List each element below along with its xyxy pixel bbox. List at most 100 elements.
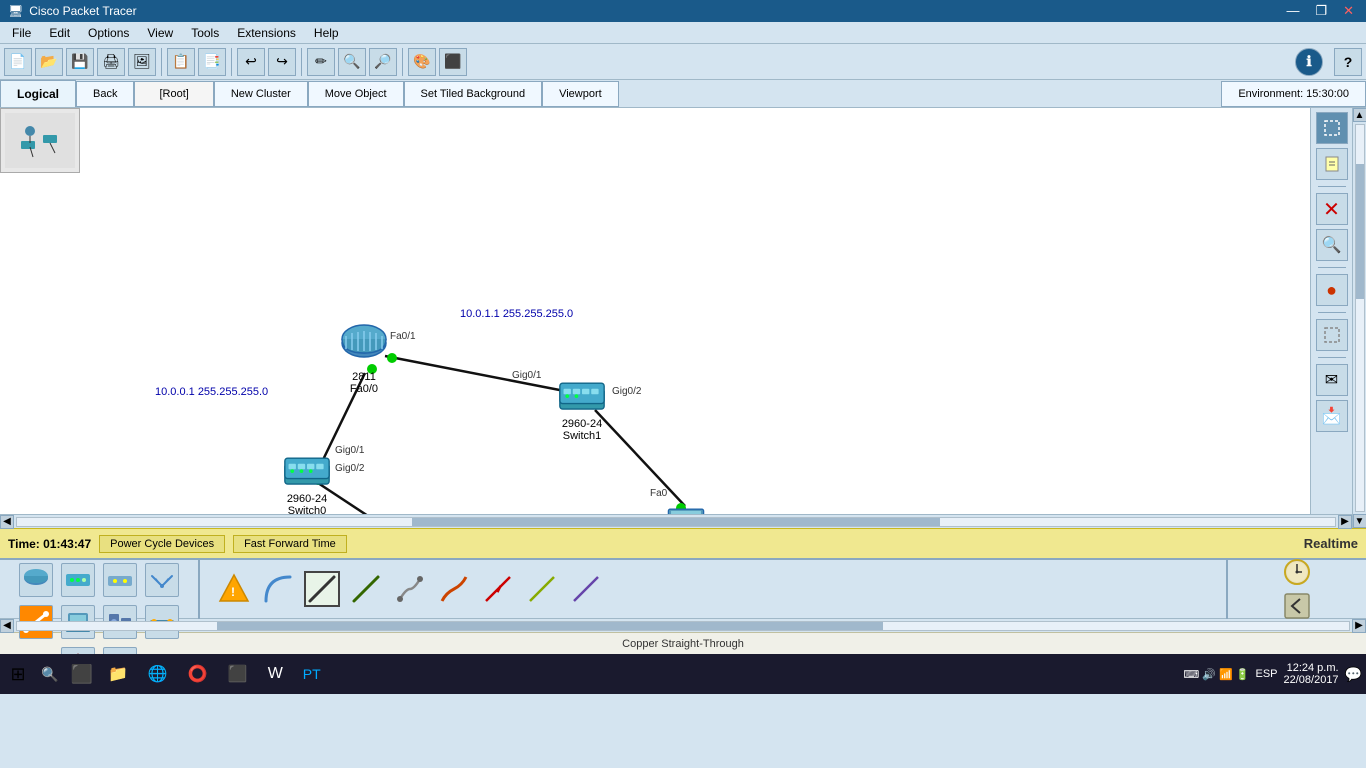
window-controls[interactable]: — ❐ ✕ [1282, 3, 1358, 19]
edge-task[interactable]: 🌐 [140, 656, 176, 692]
chrome-task[interactable]: ⭕ [180, 656, 216, 692]
windows-taskbar: ⊞ 🔍 ⬛ 📁 🌐 ⭕ ⬛ W PT ⌨ 🔊 📶 🔋 ESP 12:24 p.m… [0, 654, 1366, 694]
bottom-scroll-track[interactable] [16, 621, 1350, 631]
new-cluster-button[interactable]: New Cluster [214, 81, 308, 107]
router-2811[interactable]: 2811 Fa0/0 Fa0/1 [340, 323, 388, 395]
viewport-button[interactable]: Viewport [542, 81, 619, 107]
save-button[interactable]: 💾 [66, 48, 94, 76]
menu-edit[interactable]: Edit [41, 24, 78, 42]
task-view-button[interactable]: ⬛ [68, 660, 96, 688]
crossover-cable-button[interactable] [348, 571, 384, 607]
usb-cable-button[interactable] [568, 571, 604, 607]
open-button[interactable]: 📂 [35, 48, 63, 76]
horizontal-scrollbar[interactable]: ◀ ▶ [0, 514, 1352, 528]
help-button[interactable]: ? [1334, 48, 1362, 76]
undo-button[interactable]: ↩ [237, 48, 265, 76]
cisco-pt-task[interactable]: PT [295, 656, 329, 692]
scroll-left-button[interactable]: ◀ [0, 515, 14, 529]
scroll-right-button[interactable]: ▶ [1338, 515, 1352, 529]
fast-forward-button[interactable]: Fast Forward Time [233, 535, 347, 553]
fiber-cable-button[interactable] [392, 571, 428, 607]
email-button[interactable]: ✉ [1316, 364, 1348, 396]
realtime-clock-icon[interactable] [1282, 557, 1312, 587]
dashed-select-button[interactable] [1316, 319, 1348, 351]
terminal-task[interactable]: ⬛ [220, 656, 256, 692]
draw-button[interactable]: ✏ [307, 48, 335, 76]
wireless-category[interactable] [145, 563, 179, 597]
back-icon[interactable] [1282, 591, 1312, 621]
app-icon: 🖥 [8, 4, 23, 18]
app-title: 🖥 Cisco Packet Tracer [8, 4, 137, 18]
start-button[interactable]: ⊞ [4, 660, 32, 688]
laptop1[interactable]: Fa0 Laptop-PT Laptop1 [660, 506, 711, 514]
capture-button[interactable]: 🖼 [128, 48, 156, 76]
envelope-button[interactable]: 📩 [1316, 400, 1348, 432]
note-button[interactable] [1316, 148, 1348, 180]
print-button[interactable]: 🖨 [97, 48, 125, 76]
back-button[interactable]: Back [76, 81, 134, 107]
zoom-out-button[interactable]: 🔎 [369, 48, 397, 76]
menu-help[interactable]: Help [306, 24, 347, 42]
laptop1-fa0-label: Fa0 [650, 488, 667, 499]
vertical-scrollbar[interactable]: ▲ ▼ [1352, 108, 1366, 528]
power-cycle-button[interactable]: Power Cycle Devices [99, 535, 225, 553]
word-task[interactable]: W [260, 656, 291, 692]
thumbnail [0, 108, 80, 173]
zoom-button[interactable]: 🔍 [1316, 229, 1348, 261]
search-taskbar-button[interactable]: 🔍 [36, 660, 64, 688]
scroll-right-btn2[interactable]: ▶ [1352, 619, 1366, 633]
menu-options[interactable]: Options [80, 24, 137, 42]
move-object-button[interactable]: Move Object [308, 81, 404, 107]
copy-button[interactable]: 📋 [167, 48, 195, 76]
routers-category[interactable] [19, 563, 53, 597]
rt-separator3 [1318, 312, 1346, 313]
file-explorer-task[interactable]: 📁 [100, 656, 136, 692]
info-button[interactable]: ℹ [1295, 48, 1323, 76]
set-tiled-bg-button[interactable]: Set Tiled Background [404, 81, 543, 107]
scroll-track[interactable] [16, 517, 1336, 527]
language-indicator: ESP [1255, 668, 1277, 680]
paste-button[interactable]: 📑 [198, 48, 226, 76]
minimize-button[interactable]: — [1282, 3, 1303, 19]
menu-view[interactable]: View [139, 24, 181, 42]
palette-button[interactable]: 🎨 [408, 48, 436, 76]
redo-button[interactable]: ↪ [268, 48, 296, 76]
notification-button[interactable]: 💬 [1345, 666, 1362, 683]
scroll-thumb [412, 518, 939, 526]
select-tool-button[interactable] [1316, 112, 1348, 144]
serial-dte-button[interactable] [480, 571, 516, 607]
taskbar-system-tray: ⌨ 🔊 📶 🔋 ESP 12:24 p.m. 22/08/2017 💬 [1183, 662, 1362, 686]
toolbar-separator2 [231, 48, 232, 76]
console-cable-button[interactable] [260, 571, 296, 607]
scroll-down-button[interactable]: ▼ [1353, 514, 1366, 528]
switch1[interactable]: 2960-24 Switch1 Gig0/1 Gig0/2 [558, 378, 606, 442]
new-file-button[interactable]: 📄 [4, 48, 32, 76]
menu-extensions[interactable]: Extensions [229, 24, 304, 42]
logical-tab[interactable]: Logical [0, 80, 76, 107]
clock-display: 12:24 p.m. 22/08/2017 [1284, 662, 1339, 686]
network-canvas[interactable]: 2811 Fa0/0 Fa0/1 [0, 108, 1310, 514]
serial-dce-button[interactable] [524, 571, 560, 607]
maximize-button[interactable]: ❐ [1311, 3, 1331, 19]
custom-button[interactable]: ⬛ [439, 48, 467, 76]
toolbar-separator3 [301, 48, 302, 76]
shape-select-button[interactable]: ● [1316, 274, 1348, 306]
titlebar: 🖥 Cisco Packet Tracer — ❐ ✕ [0, 0, 1366, 22]
menu-file[interactable]: File [4, 24, 39, 42]
bottom-scrollbar[interactable]: ◀ ▶ [0, 618, 1366, 632]
delete-button[interactable]: ✕ [1316, 193, 1348, 225]
phone-cable-button[interactable] [436, 571, 472, 607]
scroll-left-btn2[interactable]: ◀ [0, 619, 14, 633]
v-scroll-track[interactable] [1355, 124, 1365, 512]
scroll-up-button[interactable]: ▲ [1353, 108, 1366, 122]
menu-tools[interactable]: Tools [183, 24, 227, 42]
auto-cable-button[interactable]: ! [216, 571, 252, 607]
clock-time: 12:24 p.m. [1287, 662, 1339, 674]
switches-category[interactable] [61, 563, 95, 597]
zoom-in-button[interactable]: 🔍 [338, 48, 366, 76]
cable-selection-panel: ! [200, 559, 1226, 619]
close-button[interactable]: ✕ [1339, 3, 1358, 19]
straight-through-button[interactable] [304, 571, 340, 607]
hubs-category[interactable] [103, 563, 137, 597]
switch0[interactable]: 2960-24 Switch0 Gig0/1 Gig0/2 [283, 453, 331, 514]
